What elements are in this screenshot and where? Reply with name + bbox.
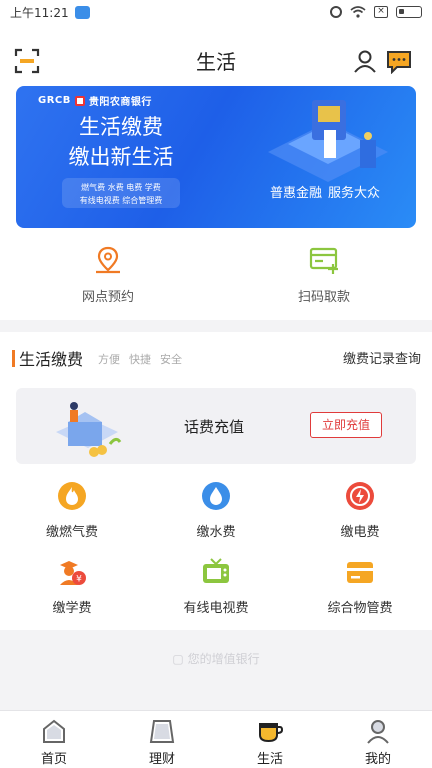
scan-withdraw-label: 扫码取款 [297,290,350,305]
status-time: 上午11:21 [10,5,69,20]
service-tuition[interactable]: ¥ 缴学费 [0,550,144,626]
tag-safe: 安全 [160,353,182,366]
service-grid: 缴燃气费 缴水费 缴电费 ¥ 缴学费 有线电视费 综合物管费 [0,474,432,626]
payment-records-link[interactable]: 缴费记录查询 [343,348,421,367]
user-icon[interactable] [352,48,378,74]
banner-headline: 生活缴费 缴出新生活 [16,112,226,172]
bank-logo-icon [74,95,85,106]
tag-fast: 快捷 [129,353,151,366]
bank-logo: GRCB 贵阳农商银行 [38,93,152,108]
section-title: 生活缴费 [19,350,84,369]
cloud-icon [74,5,90,19]
bottom-tab-bar: 首页 理财 生活 我的 [0,710,432,768]
message-icon[interactable] [386,48,412,74]
no-sim-icon: × [374,6,388,18]
banner-slogan: 普惠金融 服务大众 [270,182,380,201]
tag-convenient: 方便 [98,353,120,366]
life-cup-icon [259,723,283,743]
banner-chips-line-1: 燃气费 水费 电费 学费 [81,183,161,192]
banner-chips: 燃气费 水费 电费 学费 有线电视费 综合管理费 [62,178,180,208]
lightning-icon [346,482,374,510]
branch-appointment-label: 网点预约 [81,290,134,305]
flame-icon [58,482,86,510]
service-water[interactable]: 缴水费 [144,474,288,550]
topup-now-button[interactable]: 立即充值 [310,412,382,438]
sync-icon [330,6,342,18]
banner-illustration [268,100,388,182]
bank-watermark-icon: ▢ [172,652,188,666]
profile-icon [367,720,389,744]
tab-finance-label: 理财 [148,752,175,767]
tab-mine[interactable]: 我的 [324,711,432,768]
banner-headline-2: 缴出新生活 [68,145,174,169]
water-drop-icon [202,482,230,510]
home-icon [43,719,65,743]
service-tuition-label: 缴学费 [52,601,92,616]
service-electricity-label: 缴电费 [340,525,380,540]
tab-life-label: 生活 [256,752,283,767]
service-water-label: 缴水费 [196,525,236,540]
tab-life[interactable]: 生活 [216,711,324,768]
tab-home-label: 首页 [40,752,67,767]
tab-finance[interactable]: 理财 [108,711,216,768]
topup-illustration [56,402,122,457]
banner-slogan-1: 普惠金融 [270,186,323,201]
finance-icon [149,720,175,743]
banner-slogan-2: 服务大众 [328,186,381,201]
tv-icon [203,558,229,583]
section-accent-bar [12,350,15,367]
status-bar: 上午11:21 × [0,0,432,24]
tab-mine-label: 我的 [364,752,391,767]
phone-topup-card[interactable]: 话费充值 立即充值 [16,388,416,464]
banner-chips-line-2: 有线电视费 综合管理费 [79,196,163,205]
battery-icon [396,6,422,18]
service-gas[interactable]: 缴燃气费 [0,474,144,550]
graduate-icon: ¥ [60,561,86,585]
service-property[interactable]: 综合物管费 [288,550,432,626]
footer-text: 您的增值银行 [187,652,260,666]
tab-home[interactable]: 首页 [0,711,108,768]
wifi-icon [350,6,366,18]
section-header: 生活缴费 方便 快捷 安全 缴费记录查询 [0,346,432,370]
topup-label: 话费充值 [184,418,245,436]
branch-appointment-button[interactable]: 网点预约 [0,236,216,320]
card-plus-icon [309,247,338,274]
svg-text:¥: ¥ [76,575,82,585]
service-property-label: 综合物管费 [327,601,393,616]
banner-headline-1: 生活缴费 [79,115,163,139]
footer-slogan: ▢ 您的增值银行 [0,650,432,667]
banner-area: GRCB 贵阳农商银行 生活缴费 缴出新生活 燃气费 水费 电费 学费 有线电视… [0,86,432,236]
bank-code: GRCB [38,95,71,106]
section-tags: 方便 快捷 安全 [98,351,191,367]
service-cable-tv[interactable]: 有线电视费 [144,550,288,626]
bank-name: 贵阳农商银行 [88,97,152,108]
promo-banner[interactable]: GRCB 贵阳农商银行 生活缴费 缴出新生活 燃气费 水费 电费 学费 有线电视… [16,86,416,228]
service-gas-label: 缴燃气费 [45,525,98,540]
life-payment-section: 生活缴费 方便 快捷 安全 缴费记录查询 话费充值 立即充值 缴燃气费 缴水费 … [0,332,432,630]
scan-withdraw-button[interactable]: 扫码取款 [216,236,432,320]
wallet-icon [347,562,373,583]
quick-actions: 网点预约 扫码取款 [0,236,432,320]
service-cable-tv-label: 有线电视费 [183,601,249,616]
location-pin-icon [96,246,120,274]
service-electricity[interactable]: 缴电费 [288,474,432,550]
